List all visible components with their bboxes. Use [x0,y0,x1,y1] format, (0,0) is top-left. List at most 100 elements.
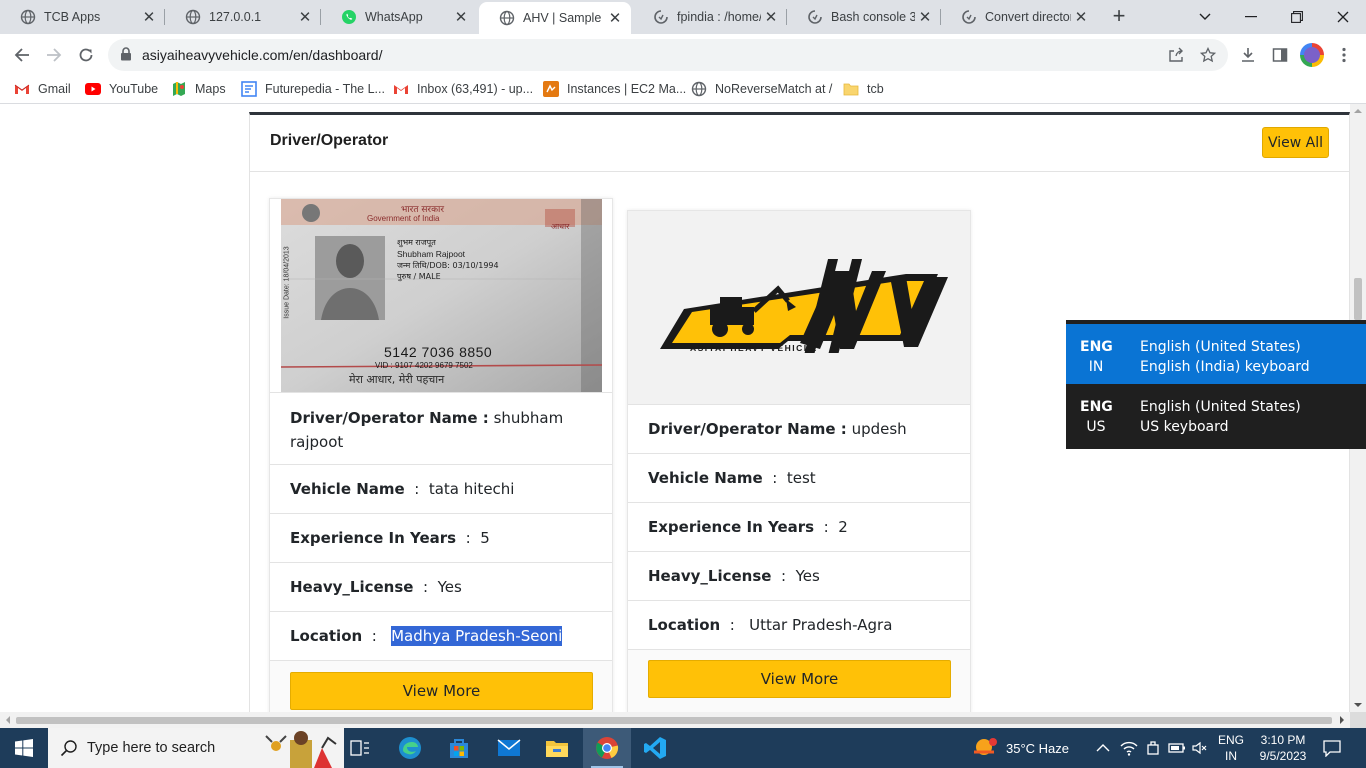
address-bar[interactable]: asiyaiheavyvehicle.com/en/dashboard/ [108,39,1228,71]
edge-icon [399,737,421,759]
language-code: ENG US [1080,397,1113,437]
taskbar-mail[interactable] [485,728,533,768]
share-icon[interactable] [1166,45,1186,65]
search-placeholder: Type here to search [87,740,216,756]
battery-button[interactable] [1168,728,1186,768]
taskbar-vscode[interactable] [631,728,679,768]
tab-ahv-active[interactable]: AHV | Sample Fo ✕ [479,2,631,34]
task-view-icon [350,740,369,756]
scroll-left-icon[interactable] [3,712,13,728]
back-button[interactable] [8,41,36,69]
taskbar-search-box[interactable]: Type here to search [48,728,344,768]
show-hidden-icons-button[interactable] [1096,728,1110,768]
forward-button[interactable] [40,41,68,69]
scroll-up-icon[interactable] [1350,106,1366,116]
bookmark-folder-tcb[interactable]: tcb [843,81,884,97]
location-value-selected[interactable]: Madhya Pradesh-Seoni [391,626,563,646]
license-value: Yes [437,578,462,596]
bookmark-youtube[interactable]: YouTube [85,81,158,97]
taskbar-file-explorer[interactable] [533,728,581,768]
bookmark-label: Maps [195,82,226,96]
tab-fpindia[interactable]: fpindia : /home/c ✕ [633,0,787,34]
vertical-scroll-thumb[interactable] [1354,278,1362,320]
lock-icon[interactable] [120,47,132,64]
tab-whatsapp[interactable]: WhatsApp ✕ [321,0,477,34]
minimize-button[interactable] [1228,0,1274,34]
globe-icon [691,81,707,97]
whatsapp-icon [341,9,357,25]
close-icon[interactable]: ✕ [915,7,935,27]
download-icon[interactable] [1234,41,1262,69]
side-panel-icon[interactable] [1266,41,1294,69]
license-label: Heavy_License [290,578,414,596]
start-button[interactable] [0,728,48,768]
tab-bash-console[interactable]: Bash console 300 ✕ [787,0,941,34]
taskbar-store[interactable] [435,728,483,768]
bookmark-maps[interactable]: Maps [171,81,226,97]
restore-button[interactable] [1274,0,1320,34]
volume-button[interactable] [1192,728,1208,768]
close-window-button[interactable] [1320,0,1366,34]
bookmark-noreversematch[interactable]: NoReverseMatch at / [691,81,832,97]
close-icon[interactable]: ✕ [139,7,159,27]
panel-header: Driver/Operator View All [250,115,1350,172]
close-icon[interactable]: ✕ [605,8,625,28]
view-more-button[interactable]: View More [648,660,951,698]
language-option-eng-us[interactable]: ENG US English (United States) US keyboard [1066,384,1366,444]
bookmark-star-icon[interactable] [1198,45,1218,65]
keyboard-layout: US keyboard [1140,419,1229,435]
notifications-button[interactable] [1322,728,1342,768]
close-icon[interactable]: ✕ [295,7,315,27]
new-tab-button[interactable]: + [1108,5,1130,28]
weather-widget[interactable]: 35°C Haze [972,728,1069,768]
search-highlight-image [265,731,337,768]
bookmark-inbox[interactable]: Inbox (63,491) - up... [393,81,533,97]
usb-icon [1147,741,1159,755]
tab-search-chevron-icon[interactable] [1182,0,1228,34]
chrome-icon [596,737,619,759]
language-option-eng-in[interactable]: ENG IN English (United States) English (In… [1066,324,1366,384]
bookmark-ec2[interactable]: Instances | EC2 Ma... [543,81,686,97]
ime-language: ENG [1217,733,1244,747]
scroll-right-icon[interactable] [1337,712,1347,728]
id-holder-name-hi: शुभम राजपूत [397,238,436,247]
tab-localhost[interactable]: 127.0.0.1 ✕ [165,0,321,34]
id-gov-text: Government of India [367,214,440,223]
horizontal-scrollbar[interactable] [0,712,1350,728]
meet-now-button[interactable] [1145,728,1161,768]
bookmark-futurepedia[interactable]: Futurepedia - The L... [241,81,385,97]
youtube-icon [85,81,101,97]
scroll-down-icon[interactable] [1350,700,1366,710]
tab-title: Convert directory [985,10,1071,24]
tab-tcb-apps[interactable]: TCB Apps ✕ [0,0,165,34]
network-button[interactable] [1120,728,1138,768]
view-more-button[interactable]: View More [290,672,593,710]
close-icon[interactable]: ✕ [761,7,781,27]
view-all-button[interactable]: View All [1262,127,1329,158]
license-row: Heavy_License : Yes [628,551,970,600]
horizontal-scroll-thumb[interactable] [16,717,1332,724]
system-clock[interactable]: 3:10 PM 9/5/2023 [1258,732,1308,764]
input-indicator[interactable]: ENG IN [1214,732,1248,764]
close-icon[interactable]: ✕ [451,7,471,27]
experience-value: 2 [838,518,848,536]
scrollbar-corner [1350,712,1366,728]
profile-avatar[interactable] [1300,43,1324,67]
experience-label: Experience In Years [290,529,457,547]
taskbar-chrome[interactable] [583,728,631,768]
vehicle-name-value: test [786,469,816,487]
task-view-button[interactable] [336,728,384,768]
reload-button[interactable] [72,41,100,69]
kebab-menu-icon[interactable] [1330,41,1358,69]
close-icon[interactable]: ✕ [1071,7,1091,27]
globe-icon [20,9,36,25]
taskbar-edge[interactable] [386,728,434,768]
globe-icon [499,10,515,26]
tab-title: 127.0.0.1 [209,10,262,24]
location-row: Location : Madhya Pradesh-Seoni [270,611,612,660]
input-language-popup: ENG IN English (United States) English (In… [1066,320,1366,449]
id-aadhaar-number: 5142 7036 8850 [384,344,493,360]
url-text[interactable]: asiyaiheavyvehicle.com/en/dashboard/ [142,47,382,63]
bookmark-gmail[interactable]: Gmail [14,81,71,97]
tab-convert-directory[interactable]: Convert directory ✕ [941,0,1097,34]
